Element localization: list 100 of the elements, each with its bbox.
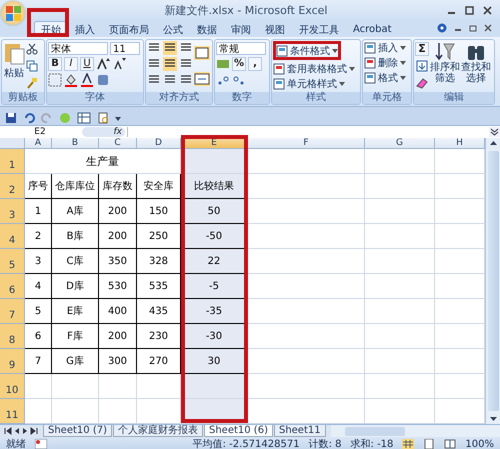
caret-icon xyxy=(400,76,406,80)
format-button[interactable]: I xyxy=(64,57,78,71)
table-cell: F库 xyxy=(52,324,99,349)
font-size-field[interactable]: 11 xyxy=(110,42,140,54)
row-header[interactable]: 6 xyxy=(0,274,25,299)
table-cell: 3 xyxy=(25,249,52,274)
style-button[interactable]: 条件格式 xyxy=(276,44,338,57)
row-header[interactable]: 1 xyxy=(0,149,25,174)
macro-record-icon[interactable] xyxy=(35,439,47,449)
sheet-tab[interactable]: Sheet11 xyxy=(274,425,326,437)
table-cell: 安全库 xyxy=(137,174,181,199)
style-button[interactable]: 单元格样式 xyxy=(273,77,345,90)
number-format-field[interactable]: 常规 xyxy=(216,42,266,54)
row-header[interactable]: 5 xyxy=(0,249,25,274)
name-box[interactable]: E2 xyxy=(0,127,80,137)
number-style-button[interactable]: , xyxy=(248,57,262,71)
row-header[interactable]: 3 xyxy=(0,199,25,224)
zoom-level[interactable]: 100% xyxy=(465,438,494,449)
table-icon[interactable] xyxy=(77,112,91,124)
format-button[interactable]: U xyxy=(80,57,94,71)
column-header[interactable]: F xyxy=(248,138,365,149)
column-header[interactable]: A xyxy=(25,138,52,149)
format-icon xyxy=(273,62,285,74)
grow-font-icon[interactable] xyxy=(96,57,110,71)
copy-icon[interactable] xyxy=(26,60,38,72)
undo-icon[interactable] xyxy=(23,112,35,124)
merge-cells-icon[interactable] xyxy=(194,72,210,86)
insert-function-button[interactable]: fx xyxy=(82,127,125,137)
sheet-tab[interactable]: 个人家庭财务报表 xyxy=(112,425,203,437)
close-icon[interactable] xyxy=(484,24,492,32)
normal-view-icon[interactable] xyxy=(402,439,414,449)
row-header[interactable]: 4 xyxy=(0,224,25,249)
cell-button[interactable]: 插入 xyxy=(364,41,406,54)
cell-button[interactable]: 格式 xyxy=(364,71,406,84)
find-select-button[interactable]: 查找和选择 xyxy=(461,41,491,91)
row-header[interactable]: 10 xyxy=(0,374,25,399)
expand-icon[interactable] xyxy=(489,127,500,137)
column-header[interactable]: G xyxy=(365,138,435,149)
sheet-navigation-icon[interactable] xyxy=(4,427,38,435)
close-icon[interactable] xyxy=(483,6,492,14)
row-header[interactable]: 2 xyxy=(0,174,25,199)
table-cell: 4 xyxy=(25,274,52,299)
office-button[interactable] xyxy=(1,1,25,25)
style-button[interactable]: 套用表格格式 xyxy=(273,62,355,75)
ribbon-tab[interactable]: 开发工具 xyxy=(292,21,346,37)
row-header[interactable]: 9 xyxy=(0,349,25,374)
restore-icon[interactable] xyxy=(469,24,477,32)
row-header[interactable]: 8 xyxy=(0,324,25,349)
wrap-text-icon[interactable] xyxy=(194,46,210,60)
group-label: 对齐方式 xyxy=(146,92,212,104)
ribbon-tab[interactable]: Acrobat xyxy=(346,21,399,37)
paste-button[interactable]: 粘贴 xyxy=(3,41,25,91)
ribbon-tab[interactable]: 页面布局 xyxy=(102,21,156,37)
font-name-field[interactable]: 宋体 xyxy=(48,42,108,54)
column-header[interactable]: H xyxy=(435,138,485,149)
ribbon-tab[interactable]: 插入 xyxy=(68,21,102,37)
ribbon-tab[interactable]: 数据 xyxy=(190,21,224,37)
fill-icon[interactable] xyxy=(415,58,429,73)
table-cell: 5 xyxy=(25,299,52,324)
ribbon-tab[interactable]: 视图 xyxy=(258,21,292,37)
cut-icon[interactable] xyxy=(26,42,38,55)
ribbon-tab[interactable]: 审阅 xyxy=(224,21,258,37)
shrink-font-icon[interactable] xyxy=(112,57,126,71)
row-header[interactable]: 11 xyxy=(0,399,25,424)
table-cell: B库 xyxy=(52,224,99,249)
table-cell: 序号 xyxy=(25,174,52,199)
column-header[interactable]: D xyxy=(137,138,181,149)
format-button[interactable]: B xyxy=(48,57,62,71)
border-icon[interactable] xyxy=(48,73,62,87)
dropdown-icon[interactable] xyxy=(115,114,121,120)
page-layout-icon[interactable] xyxy=(423,439,436,449)
horizontal-scrollbar[interactable] xyxy=(330,425,500,437)
eraser-icon[interactable] xyxy=(415,76,429,90)
sort-filter-button[interactable]: 排序和筛选 xyxy=(430,41,460,91)
column-header[interactable]: C xyxy=(99,138,137,149)
fill-color-icon[interactable] xyxy=(64,73,78,87)
maximize-icon[interactable] xyxy=(465,6,474,14)
font-color-icon[interactable] xyxy=(80,73,94,87)
brush-icon[interactable] xyxy=(26,77,38,90)
status-text: 就绪 xyxy=(6,438,26,449)
number-style-button[interactable]: % xyxy=(232,57,246,71)
empty-cell xyxy=(365,374,435,399)
help-icon[interactable] xyxy=(437,23,447,33)
cell-button[interactable]: 删除 xyxy=(364,56,406,69)
print-preview-icon[interactable] xyxy=(97,112,109,124)
page-break-icon[interactable] xyxy=(444,439,456,449)
table-cell: 400 xyxy=(99,299,137,324)
column-header[interactable]: B xyxy=(52,138,99,149)
table-cell: 200 xyxy=(99,224,137,249)
align-icon[interactable] xyxy=(163,41,177,55)
autosum-button[interactable]: Σ xyxy=(415,42,429,56)
ribbon-tab[interactable]: 公式 xyxy=(156,21,190,37)
align-icon[interactable] xyxy=(163,57,177,71)
vertical-scrollbar[interactable] xyxy=(485,138,500,424)
save-icon[interactable] xyxy=(5,112,17,124)
group-label: 单元格 xyxy=(363,92,411,104)
table-cell: 仓库库位 xyxy=(52,174,99,199)
sheet-tab[interactable]: Sheet10 (7) xyxy=(43,425,112,437)
row-header[interactable]: 7 xyxy=(0,299,25,324)
sheet-tab[interactable]: Sheet10 (6) xyxy=(204,425,273,437)
